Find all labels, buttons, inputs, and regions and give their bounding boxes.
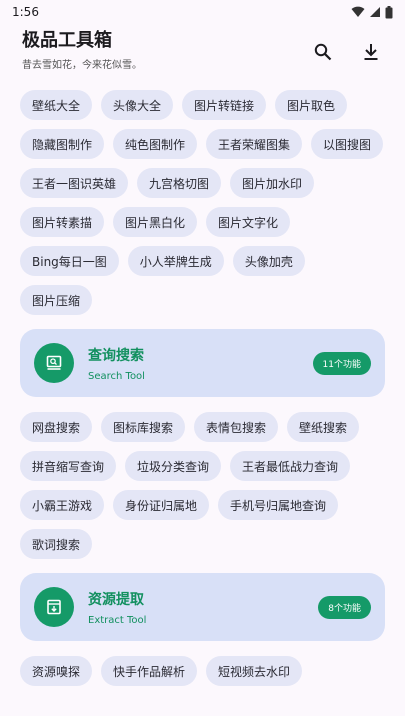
signal-icon <box>370 7 380 17</box>
search-tool-chip[interactable]: 小霸王游戏 <box>20 490 105 520</box>
search-tool-chip[interactable]: 垃圾分类查询 <box>125 451 222 481</box>
search-tool-chip[interactable]: 表情包搜索 <box>194 412 279 442</box>
extract-section-subtitle: Extract Tool <box>88 614 147 626</box>
status-bar: 1:56 <box>0 0 405 24</box>
status-icons <box>351 5 393 19</box>
search-section-badge: 11个功能 <box>312 351 371 375</box>
extract-tool-chip[interactable]: 快手作品解析 <box>101 656 198 686</box>
extract-tool-card[interactable]: 资源提取 Extract Tool 8个功能 <box>20 573 385 641</box>
search-button[interactable] <box>311 40 335 64</box>
search-section-subtitle: Search Tool <box>88 370 145 382</box>
extract-tool-icon <box>47 599 61 615</box>
search-tool-chip[interactable]: 拼音缩写查询 <box>20 451 117 481</box>
main-content: 壁纸大全 头像大全 图片转链接 图片取色隐藏图制作 纯色图制作 王者荣耀图集 以图搜图王者一… <box>0 80 405 686</box>
search-tool-chip[interactable]: 身份证归属地 <box>113 490 210 520</box>
status-time: 1:56 <box>12 5 39 19</box>
image-tool-chip[interactable]: 图片取色 <box>275 90 348 120</box>
extract-tools-list: 资源嗅探 快手作品解析 短视频去水印 <box>20 656 385 686</box>
extract-section-badge: 8个功能 <box>318 595 371 619</box>
header-text: 极品工具箱 昔去雪如花，今来花似雪。 <box>22 30 142 71</box>
wifi-icon <box>351 6 365 17</box>
download-icon <box>364 44 378 60</box>
image-tools-list: 壁纸大全 头像大全 图片转链接 图片取色隐藏图制作 纯色图制作 王者荣耀图集 以图搜图王者一… <box>20 90 385 315</box>
image-tool-chip[interactable]: 图片转素描 <box>20 207 105 237</box>
search-tool-chip[interactable]: 壁纸搜索 <box>287 412 360 442</box>
extract-tool-chip[interactable]: 短视频去水印 <box>206 656 303 686</box>
image-tool-chip[interactable]: Bing每日一图 <box>20 246 119 276</box>
image-tool-chip[interactable]: 图片加水印 <box>230 168 315 198</box>
image-tool-chip[interactable]: 图片转链接 <box>182 90 267 120</box>
image-tool-chip[interactable]: 图片文字化 <box>206 207 291 237</box>
image-tool-chip[interactable]: 图片黑白化 <box>113 207 198 237</box>
image-tool-chip[interactable]: 隐藏图制作 <box>20 129 105 159</box>
search-tool-chip[interactable]: 图标库搜索 <box>101 412 186 442</box>
image-tool-chip[interactable]: 以图搜图 <box>311 129 384 159</box>
search-section-title: 查询搜索 <box>88 347 144 364</box>
search-tool-chip[interactable]: 歌词搜索 <box>20 529 93 559</box>
image-tool-chip[interactable]: 图片压缩 <box>20 285 93 315</box>
search-section-text: 查询搜索 Search Tool <box>88 345 313 382</box>
search-tool-chip[interactable]: 王者最低战力查询 <box>230 451 351 481</box>
battery-icon <box>385 5 393 18</box>
search-tools-list: 网盘搜索 图标库搜索 表情包搜索 壁纸搜索拼音缩写查询 垃圾分类查询 王者最低战力查询小霸… <box>20 412 385 559</box>
image-tool-chip[interactable]: 九宫格切图 <box>137 168 222 198</box>
extract-tool-chip[interactable]: 资源嗅探 <box>20 656 93 686</box>
app-title: 极品工具箱 <box>22 30 112 51</box>
header-actions <box>311 40 383 64</box>
image-tool-chip[interactable]: 壁纸大全 <box>20 90 93 120</box>
image-tool-chip[interactable]: 王者荣耀图集 <box>206 129 303 159</box>
search-tool-icon <box>46 355 62 370</box>
download-button[interactable] <box>359 40 383 64</box>
extract-section-text: 资源提取 Extract Tool <box>88 589 318 626</box>
app-header: 极品工具箱 昔去雪如花，今来花似雪。 <box>0 24 405 80</box>
extract-section-icon-wrap <box>34 587 74 627</box>
image-tool-chip[interactable]: 头像大全 <box>101 90 174 120</box>
search-icon <box>314 43 332 61</box>
app-subtitle: 昔去雪如花，今来花似雪。 <box>22 60 142 71</box>
search-tool-chip[interactable]: 手机号归属地查询 <box>218 490 339 520</box>
image-tool-chip[interactable]: 小人举牌生成 <box>127 246 224 276</box>
extract-section-title: 资源提取 <box>88 591 144 608</box>
image-tool-chip[interactable]: 王者一图识英雄 <box>20 168 129 198</box>
search-tool-chip[interactable]: 网盘搜索 <box>20 412 93 442</box>
image-tool-chip[interactable]: 纯色图制作 <box>113 129 198 159</box>
search-section-icon-wrap <box>34 343 74 383</box>
image-tool-chip[interactable]: 头像加壳 <box>232 246 305 276</box>
search-tool-card[interactable]: 查询搜索 Search Tool 11个功能 <box>20 329 385 397</box>
